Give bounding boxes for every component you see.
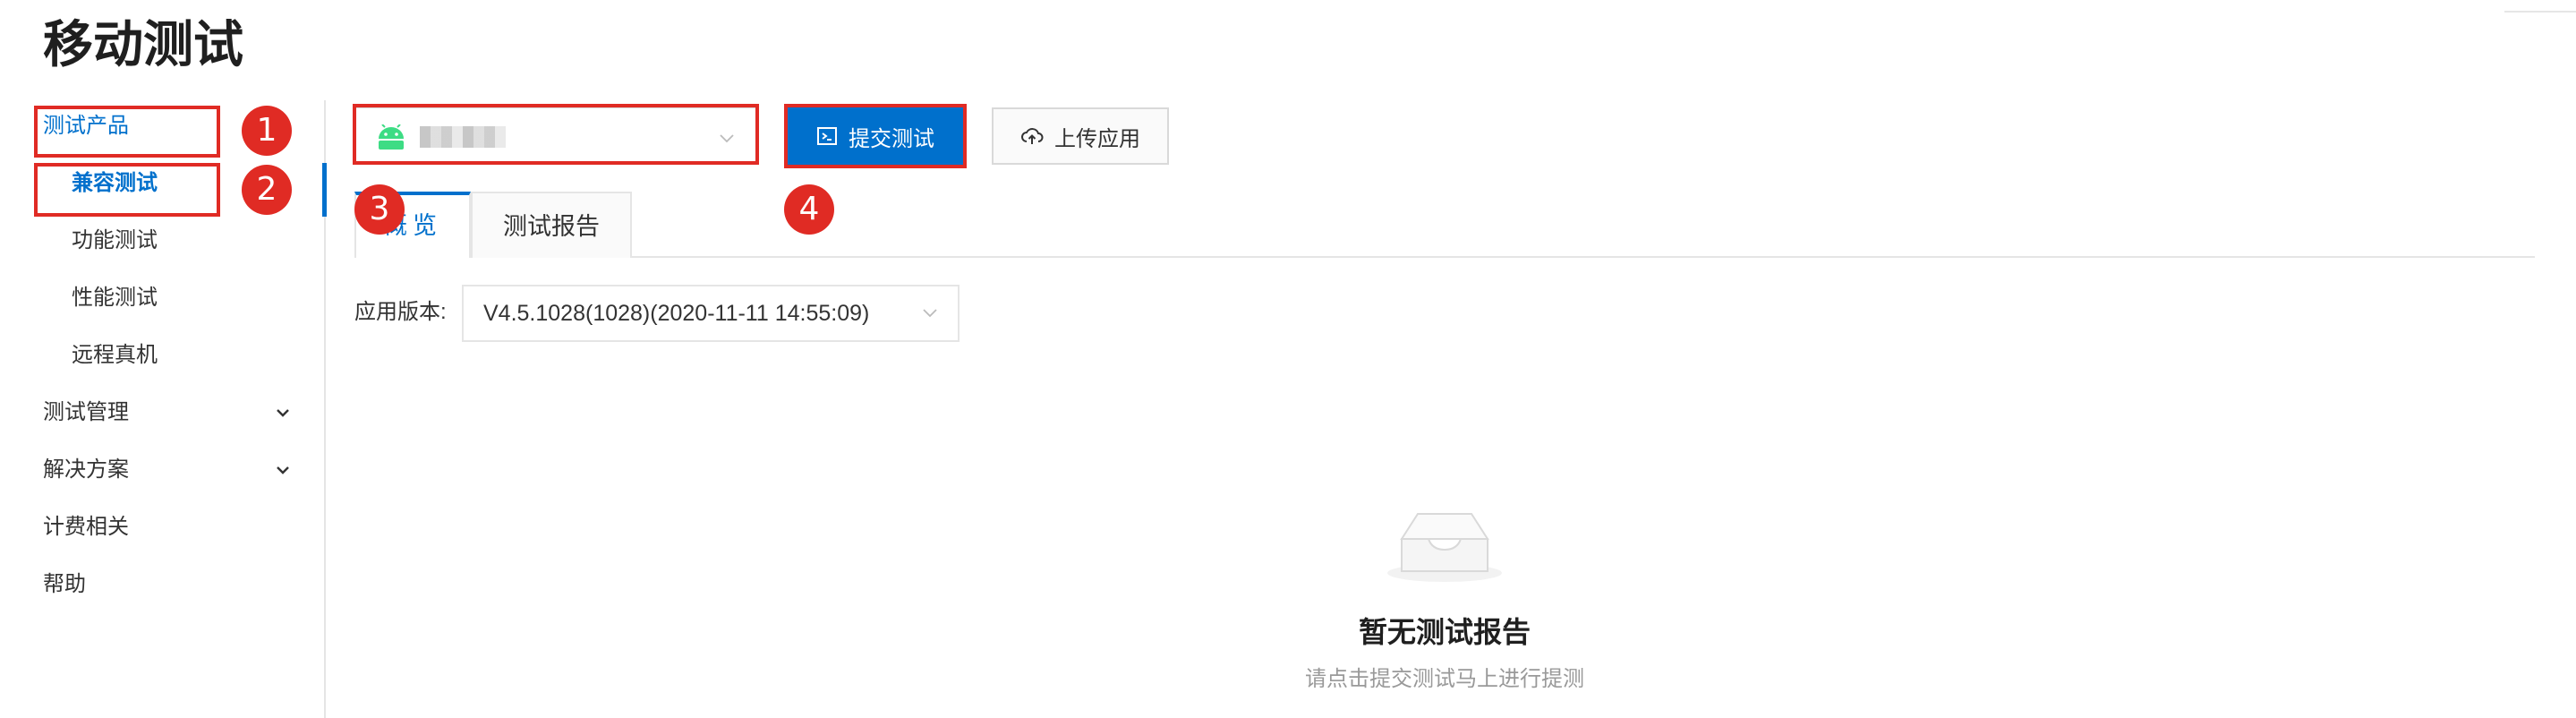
annotation-badge-3: 3 [354,184,405,235]
sidebar-item-solutions[interactable]: 解决方案 [43,448,129,492]
sidebar-item-test-management[interactable]: 测试管理 [43,390,129,435]
sidebar-item-remote-device[interactable]: 远程真机 [72,333,158,378]
empty-state-hint: 请点击提交测试马上进行提测 [1305,667,1584,691]
annotation-box-app-select [353,104,759,165]
tabs-divider [354,256,2535,258]
sidebar-item-function-test[interactable]: 功能测试 [72,218,158,263]
sidebar-item-billing[interactable]: 计费相关 [43,505,129,550]
upload-app-label: 上传应用 [1054,126,1140,151]
chevron-down-icon[interactable] [274,461,292,479]
empty-state-title: 暂无测试报告 [1358,616,1531,648]
empty-inbox-icon [1387,513,1502,582]
chevron-down-icon[interactable] [274,404,292,422]
version-label: 应用版本: [354,300,447,324]
tab-test-report[interactable]: 测试报告 [471,192,632,258]
annotation-box-1 [34,106,220,158]
upload-app-button[interactable]: 上传应用 [992,107,1169,165]
annotation-badge-4: 4 [784,184,834,235]
annotation-box-2 [34,163,220,217]
annotation-box-4 [784,104,967,168]
version-select[interactable]: V4.5.1028(1028)(2020-11-11 14:55:09) [462,285,960,342]
top-right-divider [2504,11,2576,13]
sidebar-item-performance-test[interactable]: 性能测试 [72,276,158,321]
page-title: 移动测试 [43,16,243,73]
sidebar-active-indicator [322,163,327,217]
annotation-badge-1: 1 [242,106,292,156]
version-value: V4.5.1028(1028)(2020-11-11 14:55:09) [483,301,870,326]
chevron-down-icon [920,303,940,322]
cloud-upload-icon [1021,128,1044,144]
sidebar-item-help[interactable]: 帮助 [43,562,86,607]
annotation-badge-2: 2 [242,165,292,215]
